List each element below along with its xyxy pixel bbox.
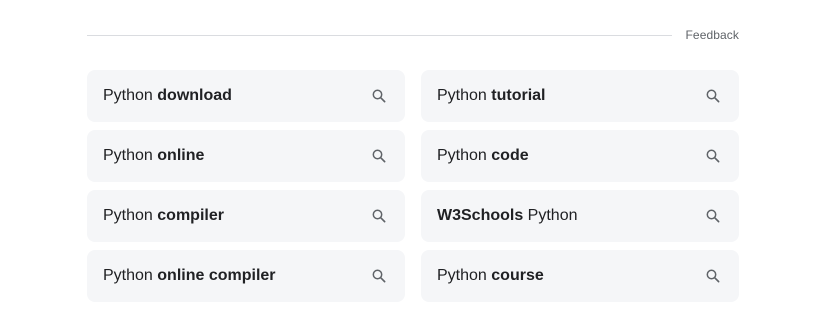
related-search-text-part: code bbox=[491, 147, 529, 164]
related-search-text-part: tutorial bbox=[491, 87, 546, 104]
related-search-text-part: Python bbox=[523, 207, 578, 224]
related-searches-section: Feedback Python download Python tutorial… bbox=[0, 0, 817, 334]
related-search-text-part: Python bbox=[103, 267, 158, 284]
related-search-text-part: Python bbox=[437, 267, 492, 284]
search-icon bbox=[369, 86, 389, 106]
related-search-text-part: Python bbox=[103, 87, 158, 104]
search-icon bbox=[369, 266, 389, 286]
search-icon bbox=[369, 206, 389, 226]
related-search-label: Python compiler bbox=[103, 207, 224, 225]
related-searches-grid: Python download Python tutorial Python o… bbox=[87, 70, 739, 302]
related-search-label: Python download bbox=[103, 87, 232, 105]
related-search-item[interactable]: Python download bbox=[87, 70, 405, 122]
related-search-text-part: Python bbox=[103, 207, 158, 224]
related-search-text-part: online bbox=[157, 147, 205, 164]
related-search-text-part: download bbox=[157, 87, 232, 104]
related-search-text-part: course bbox=[491, 267, 544, 284]
related-search-text-part: Python bbox=[103, 147, 158, 164]
related-search-label: Python code bbox=[437, 147, 529, 165]
search-icon bbox=[369, 146, 389, 166]
related-search-item[interactable]: Python compiler bbox=[87, 190, 405, 242]
search-icon bbox=[703, 86, 723, 106]
search-icon bbox=[703, 206, 723, 226]
related-search-item[interactable]: Python tutorial bbox=[421, 70, 739, 122]
related-search-text-part: Python bbox=[437, 87, 492, 104]
related-search-label: Python course bbox=[437, 267, 544, 285]
related-search-text-part: Python bbox=[437, 147, 492, 164]
related-search-item[interactable]: Python online bbox=[87, 130, 405, 182]
feedback-row: Feedback bbox=[87, 24, 739, 46]
section-divider bbox=[87, 34, 672, 36]
related-search-item[interactable]: W3Schools Python bbox=[421, 190, 739, 242]
related-search-text-part: compiler bbox=[157, 207, 224, 224]
related-search-label: Python tutorial bbox=[437, 87, 545, 105]
search-icon bbox=[703, 266, 723, 286]
related-search-label: W3Schools Python bbox=[437, 207, 578, 225]
related-search-text-part: W3Schools bbox=[437, 207, 524, 224]
related-search-item[interactable]: Python code bbox=[421, 130, 739, 182]
related-search-text-part: online compiler bbox=[157, 267, 276, 284]
related-search-item[interactable]: Python online compiler bbox=[87, 250, 405, 302]
related-search-label: Python online compiler bbox=[103, 267, 276, 285]
related-search-item[interactable]: Python course bbox=[421, 250, 739, 302]
feedback-link[interactable]: Feedback bbox=[686, 28, 740, 42]
related-search-label: Python online bbox=[103, 147, 204, 165]
search-icon bbox=[703, 146, 723, 166]
